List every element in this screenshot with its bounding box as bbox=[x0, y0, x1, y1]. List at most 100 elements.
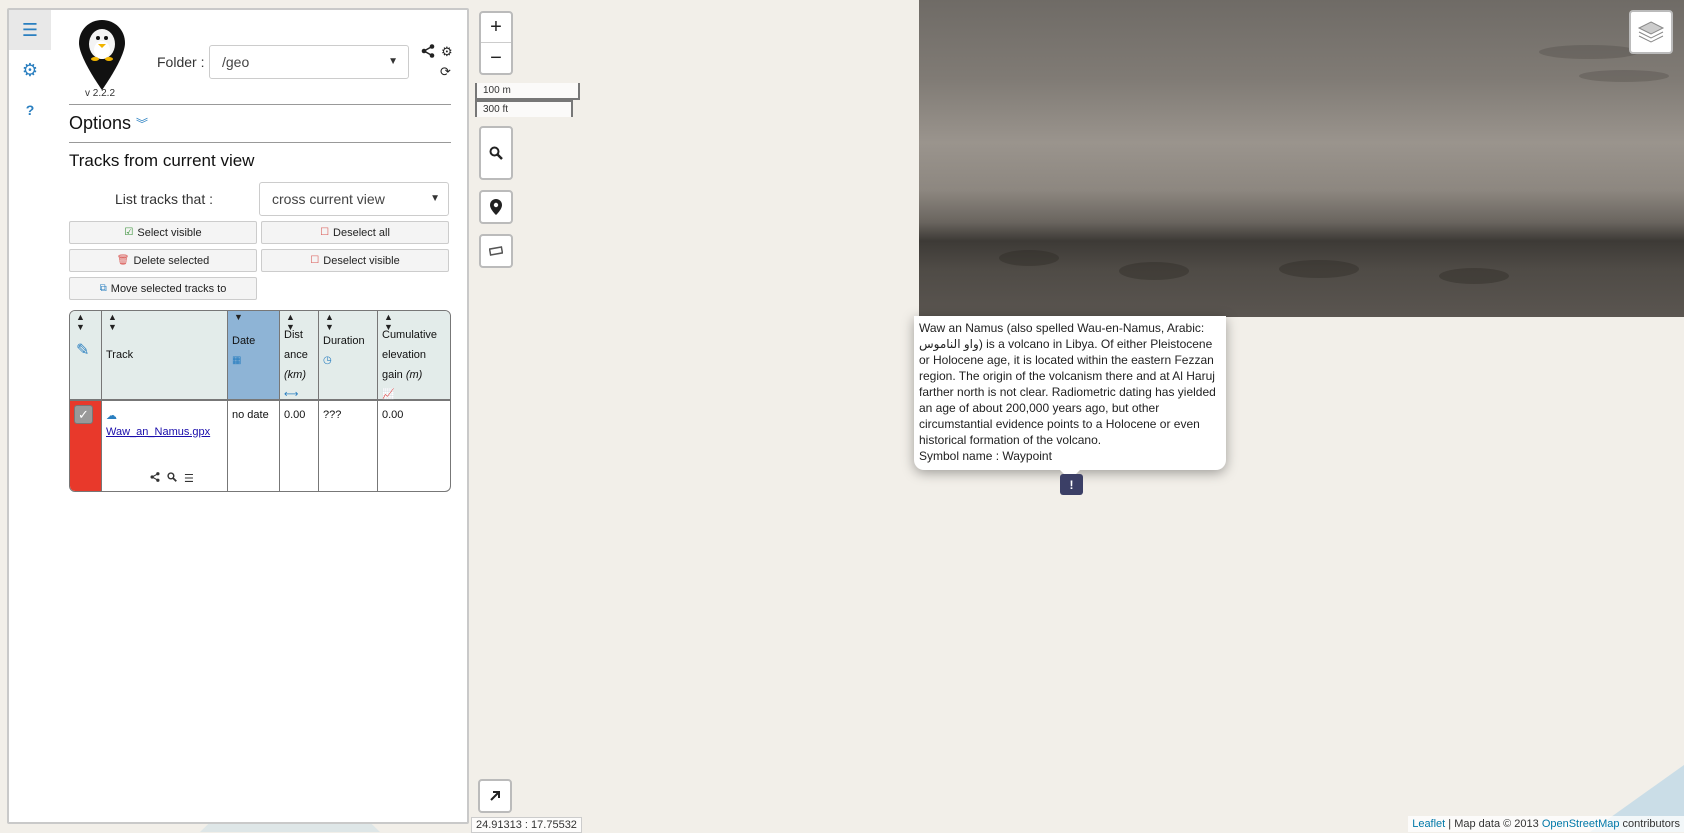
table-row-track: ☁ Waw_an_Namus.gpx ☰ bbox=[102, 401, 228, 491]
version-label: v 2.2.2 bbox=[85, 88, 116, 99]
caret-down-icon: ▼ bbox=[388, 56, 398, 67]
clock-icon: ◷ bbox=[323, 355, 332, 366]
sidebar-pane: v 2.2.2 Folder : /geo ▼ ⚙ ⟳ Options ︾ Tr… bbox=[51, 10, 467, 822]
sidebar-tabs: ☰ ⚙ ? bbox=[9, 10, 51, 822]
header-distance-unit: (km) bbox=[284, 369, 306, 381]
hamburger-icon: ☰ bbox=[21, 19, 39, 40]
sort-icon: ▲ ▼ bbox=[76, 312, 85, 332]
sort-icon: ▲ ▼ bbox=[108, 312, 117, 332]
deselect-visible-button[interactable]: ☐ Deselect visible bbox=[261, 249, 449, 272]
list-tracks-value: cross current view bbox=[272, 191, 385, 207]
move-selected-button[interactable]: ⧉ Move selected tracks to bbox=[69, 277, 257, 300]
table-row-distance: 0.00 bbox=[280, 401, 319, 491]
empty-box-icon: ☐ bbox=[320, 227, 330, 238]
header-duration[interactable]: ▲ ▼ Duration ◷ bbox=[319, 311, 378, 401]
header-elevation-label-b: elevation bbox=[382, 349, 427, 361]
cloud-upload-icon: ☁ bbox=[106, 410, 117, 422]
tracks-table: ▲ ▼ ✎ ▲ ▼ Track ▼ Date ▦ ▲ ▼ Dist ance (km)… bbox=[69, 310, 451, 492]
gear-icon: ⚙ bbox=[21, 59, 39, 80]
header-select-col[interactable]: ▲ ▼ ✎ bbox=[70, 311, 102, 401]
sort-icon: ▲ ▼ bbox=[286, 312, 295, 332]
header-track-label: Track bbox=[106, 349, 134, 361]
attribution-text: | Map data © 2013 bbox=[1445, 818, 1542, 830]
header-elevation-label-c: gain bbox=[382, 369, 403, 381]
tracks-section-title: Tracks from current view bbox=[69, 151, 255, 170]
options-title: Options bbox=[69, 113, 132, 133]
track-checkbox[interactable]: ✓ bbox=[74, 405, 93, 424]
measure-control bbox=[479, 234, 513, 268]
map-attribution: Leaflet | Map data © 2013 OpenStreetMap … bbox=[1408, 816, 1684, 832]
zoom-to-track-icon[interactable] bbox=[167, 472, 177, 485]
menu-icon[interactable]: ☰ bbox=[184, 472, 194, 485]
zoom-out-button[interactable]: − bbox=[481, 43, 511, 73]
deselect-all-button[interactable]: ☐ Deselect all bbox=[261, 221, 449, 244]
deselect-all-label: Deselect all bbox=[333, 226, 390, 239]
refresh-icon[interactable]: ⟳ bbox=[440, 64, 451, 80]
locate-control bbox=[479, 190, 513, 224]
sidebar-tab-help[interactable]: ? bbox=[9, 90, 51, 130]
header-date[interactable]: ▼ Date ▦ bbox=[228, 311, 280, 401]
sidebar-tab-settings[interactable]: ⚙ bbox=[9, 50, 51, 90]
zoom-in-button[interactable]: + bbox=[481, 13, 511, 43]
ruler-icon[interactable] bbox=[481, 236, 511, 266]
edit-icon[interactable]: ✎ bbox=[76, 341, 89, 361]
header-track[interactable]: ▲ ▼ Track bbox=[102, 311, 228, 401]
gpxpod-logo-icon bbox=[79, 20, 125, 90]
caret-down-icon: ▼ bbox=[430, 193, 440, 204]
osm-link[interactable]: OpenStreetMap bbox=[1542, 818, 1620, 830]
mouse-coordinates: 24.91313 : 17.75532 bbox=[471, 817, 582, 833]
expand-control bbox=[478, 779, 512, 813]
question-icon: ? bbox=[25, 102, 35, 118]
cog-icon[interactable]: ⚙ bbox=[441, 44, 453, 60]
header-elevation[interactable]: ▲ ▼ Cumulative elevation gain (m) 📈 bbox=[378, 311, 450, 401]
table-row-checkbox-cell: ✓ bbox=[70, 401, 102, 491]
empty-box-icon: ☐ bbox=[310, 255, 320, 266]
sort-icon: ▲ ▼ bbox=[384, 312, 393, 332]
folder-label: Folder : bbox=[157, 54, 205, 70]
sort-desc-icon: ▼ bbox=[234, 312, 243, 322]
list-tracks-label: List tracks that : bbox=[114, 191, 214, 207]
row-actions: ☰ bbox=[150, 472, 194, 485]
layers-control[interactable] bbox=[1629, 10, 1673, 54]
waypoint-marker-icon[interactable]: ! bbox=[1060, 474, 1083, 495]
leaflet-link[interactable]: Leaflet bbox=[1412, 818, 1445, 830]
zoom-control: + − bbox=[479, 11, 513, 75]
popup-description: Waw an Namus (also spelled Wau-en-Namus,… bbox=[919, 321, 1216, 447]
header-duration-label: Duration bbox=[323, 335, 365, 347]
sidebar: ☰ ⚙ ? v 2.2.2 Folder : /geo ▼ ⚙ ⟳ Option… bbox=[7, 8, 469, 824]
calendar-icon: ▦ bbox=[232, 355, 242, 366]
select-visible-label: Select visible bbox=[137, 226, 202, 239]
list-tracks-select[interactable]: cross current view ▼ bbox=[259, 182, 449, 216]
popup-photo bbox=[919, 0, 1684, 317]
delete-selected-label: Delete selected bbox=[133, 254, 210, 267]
header-elevation-unit: (m) bbox=[405, 369, 423, 381]
track-link[interactable]: Waw_an_Namus.gpx bbox=[106, 426, 210, 438]
folder-select[interactable]: /geo ▼ bbox=[209, 45, 409, 79]
sidebar-tab-menu[interactable]: ☰ bbox=[9, 10, 51, 50]
header-distance[interactable]: ▲ ▼ Dist ance (km) ⟷ bbox=[280, 311, 319, 401]
select-visible-button[interactable]: ☑ Select visible bbox=[69, 221, 257, 244]
track-action-buttons: ☑ Select visible ☐ Deselect all 🗑 Delete… bbox=[69, 221, 451, 300]
folder-value: /geo bbox=[222, 54, 250, 70]
share-icon[interactable] bbox=[150, 472, 160, 485]
header-date-label: Date bbox=[232, 335, 256, 347]
scale-metric: 100 m bbox=[475, 83, 580, 100]
scale-imperial: 300 ft bbox=[475, 100, 573, 117]
sort-icon: ▲ ▼ bbox=[325, 312, 334, 332]
table-row-elevation: 0.00 bbox=[382, 409, 404, 421]
delete-selected-button[interactable]: 🗑 Delete selected bbox=[69, 249, 257, 272]
waypoint-popup: Waw an Namus (also spelled Wau-en-Namus,… bbox=[914, 316, 1226, 470]
map-marker-icon[interactable] bbox=[481, 192, 511, 222]
table-row-duration: ??? bbox=[319, 401, 378, 491]
move-selected-label: Move selected tracks to bbox=[110, 282, 227, 295]
search-icon[interactable] bbox=[481, 128, 511, 178]
list-tracks-row: List tracks that : cross current view ▼ bbox=[69, 181, 451, 217]
copy-icon: ⧉ bbox=[99, 283, 107, 294]
share-icon[interactable] bbox=[421, 44, 435, 61]
trash-icon: 🗑 bbox=[116, 255, 130, 266]
deselect-visible-label: Deselect visible bbox=[323, 254, 400, 267]
arrow-up-right-icon[interactable] bbox=[480, 781, 510, 811]
options-toggle[interactable]: Options ︾ bbox=[69, 105, 451, 143]
double-chevron-down-icon: ︾ bbox=[136, 117, 149, 131]
attribution-end: contributors bbox=[1619, 818, 1680, 830]
